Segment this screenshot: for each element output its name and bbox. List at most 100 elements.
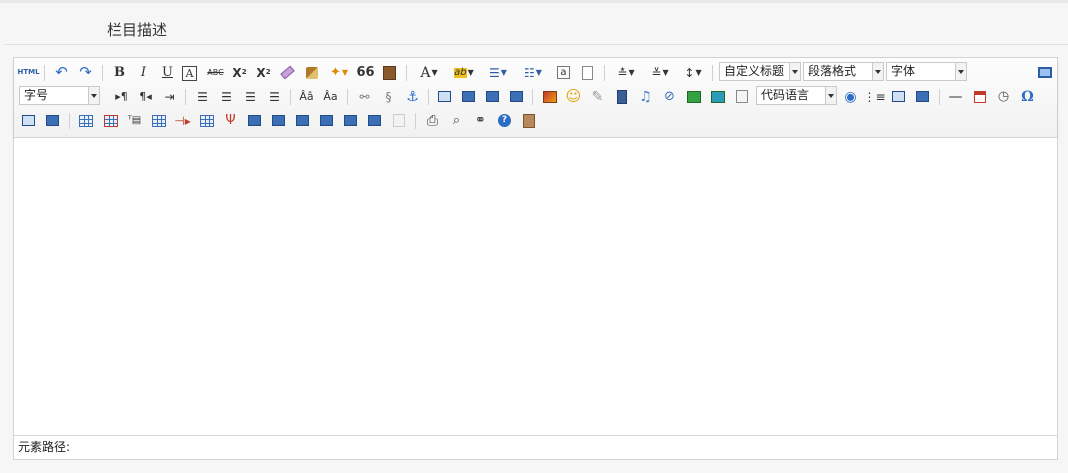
superscript-icon: 2 — [241, 68, 247, 76]
code-language-select[interactable]: 代码语言 — [756, 86, 837, 105]
font-color-icon: A — [420, 64, 431, 81]
insert-template-button[interactable]: ⋮≡ — [863, 87, 885, 106]
print-button[interactable]: ⎙ — [423, 111, 442, 130]
chevron-down-icon: ▼ — [431, 67, 438, 77]
unordered-list-button[interactable]: ☷ ▼ — [519, 63, 547, 82]
undo-button[interactable]: ↶ — [52, 63, 71, 82]
insert-paragraph-before-table-button[interactable]: ᵀ▤ — [125, 111, 144, 130]
ordered-list-button[interactable]: ☰ ▼ — [484, 63, 512, 82]
separator — [712, 65, 713, 81]
row-spacing-top-button[interactable]: ≛ ▼ — [612, 63, 640, 82]
search-replace-button[interactable]: ⚭ — [471, 111, 490, 130]
globe-icon: ◉ — [844, 88, 857, 105]
auto-typeset-button[interactable]: ✦ ▼ — [326, 63, 352, 82]
image-right-button[interactable] — [483, 87, 502, 106]
snap-screen-button[interactable] — [19, 111, 38, 130]
strikethrough-button[interactable]: ABC — [206, 63, 225, 82]
web-page-button[interactable] — [732, 87, 751, 106]
paragraph-format-select[interactable]: 段落格式 — [803, 62, 884, 81]
paste-plain-button[interactable] — [380, 63, 399, 82]
superscript-button[interactable]: X2 — [230, 63, 249, 82]
row-spacing-bottom-button[interactable]: ≚ ▼ — [646, 63, 674, 82]
delete-row-button[interactable]: ⊣▸ — [173, 111, 192, 130]
background-button[interactable] — [889, 87, 908, 106]
format-painter-button[interactable] — [302, 63, 321, 82]
fullscreen-button[interactable] — [1035, 63, 1054, 82]
help-button[interactable]: ? — [495, 111, 514, 130]
insert-table-button[interactable] — [76, 111, 95, 130]
word-image-upload-button[interactable] — [43, 111, 62, 130]
merge-down-button[interactable] — [293, 111, 312, 130]
blockquote-button[interactable]: 66 — [356, 63, 375, 82]
to-lowercase-button[interactable]: Âa — [321, 87, 340, 106]
font-family-value: 字体 — [891, 64, 916, 78]
image-center-button[interactable] — [507, 87, 526, 106]
page-break-button[interactable]: ◉ — [841, 87, 860, 106]
unlink-button[interactable]: § — [379, 87, 398, 106]
html-source-button[interactable]: HTML — [17, 63, 39, 82]
anchor-button[interactable]: ⚓ — [403, 87, 422, 106]
image-left-button[interactable] — [459, 87, 478, 106]
clear-format-button[interactable] — [278, 63, 297, 82]
drafts-button[interactable] — [519, 111, 538, 130]
music-button[interactable]: ♫ — [636, 87, 655, 106]
delete-table-button[interactable] — [101, 111, 120, 130]
font-family-select[interactable]: 字体 — [886, 62, 967, 81]
music-icon: ♫ — [639, 88, 652, 105]
subscript-button[interactable]: X2 — [254, 63, 273, 82]
custom-heading-select[interactable]: 自定义标题 — [719, 62, 801, 81]
emotion-button[interactable]: ☺ — [564, 87, 583, 106]
align-center-button[interactable]: ☰ — [217, 87, 236, 106]
line-height-button[interactable]: ↕ ▼ — [679, 63, 707, 82]
preview-button[interactable]: ⌕ — [447, 111, 466, 130]
word-image-button[interactable] — [913, 87, 932, 106]
align-right-button[interactable]: ☰ — [241, 87, 260, 106]
indent-button[interactable]: ⇥ — [160, 87, 179, 106]
text-box-button[interactable]: a — [554, 63, 573, 82]
highlight-color-button[interactable]: ab ▼ — [450, 63, 478, 82]
chevron-down-icon — [825, 87, 836, 104]
image-none-button[interactable] — [435, 87, 454, 106]
background-icon — [892, 91, 905, 102]
align-left-button[interactable]: ☰ — [193, 87, 212, 106]
attachment-button[interactable]: ⊘ — [660, 87, 679, 106]
time-button[interactable]: ◷ — [994, 87, 1013, 106]
charts-button[interactable] — [389, 111, 408, 130]
font-color-button[interactable]: A ▼ — [416, 63, 442, 82]
split-to-cols-button[interactable] — [365, 111, 384, 130]
editor-content-area[interactable] — [14, 138, 1057, 436]
special-chars-button[interactable]: Ω — [1018, 87, 1037, 106]
paragraph-format-value: 段落格式 — [808, 64, 857, 78]
insert-image-button[interactable] — [540, 87, 559, 106]
direction-rtl-button[interactable]: ¶◂ — [136, 87, 155, 106]
redo-button[interactable]: ↷ — [76, 63, 95, 82]
insert-col-button[interactable] — [197, 111, 216, 130]
insert-row-button[interactable] — [149, 111, 168, 130]
bold-button[interactable]: B — [110, 63, 129, 82]
italic-button[interactable]: I — [134, 63, 153, 82]
split-to-cells-button[interactable] — [317, 111, 336, 130]
google-map-button[interactable] — [708, 87, 727, 106]
horizontal-rule-button[interactable]: — — [946, 87, 965, 106]
separator — [532, 89, 533, 105]
insert-frame-button[interactable] — [684, 87, 703, 106]
font-size-select[interactable]: 字号 — [19, 86, 100, 105]
link-button[interactable]: ⚯ — [355, 87, 374, 106]
scrawl-button[interactable]: ✎ — [588, 87, 607, 106]
chart-icon — [392, 114, 405, 127]
merge-right-button[interactable] — [269, 111, 288, 130]
direction-ltr-button[interactable]: ▸¶ — [112, 87, 131, 106]
date-button[interactable] — [970, 87, 989, 106]
split-to-rows-button[interactable] — [341, 111, 360, 130]
delete-col-button[interactable]: Ψ — [221, 111, 240, 130]
insert-video-button[interactable] — [612, 87, 631, 106]
page-button[interactable] — [578, 63, 597, 82]
merge-cells-button[interactable] — [245, 111, 264, 130]
align-justify-button[interactable]: ☰ — [265, 87, 284, 106]
to-uppercase-button[interactable]: Ââ — [297, 87, 316, 106]
code-language-value: 代码语言 — [761, 88, 810, 102]
frame-text-button[interactable]: A — [182, 66, 197, 81]
field-label: 栏目描述 — [107, 21, 168, 39]
binoculars-icon: ⚭ — [475, 113, 486, 128]
underline-button[interactable]: U — [158, 63, 177, 82]
